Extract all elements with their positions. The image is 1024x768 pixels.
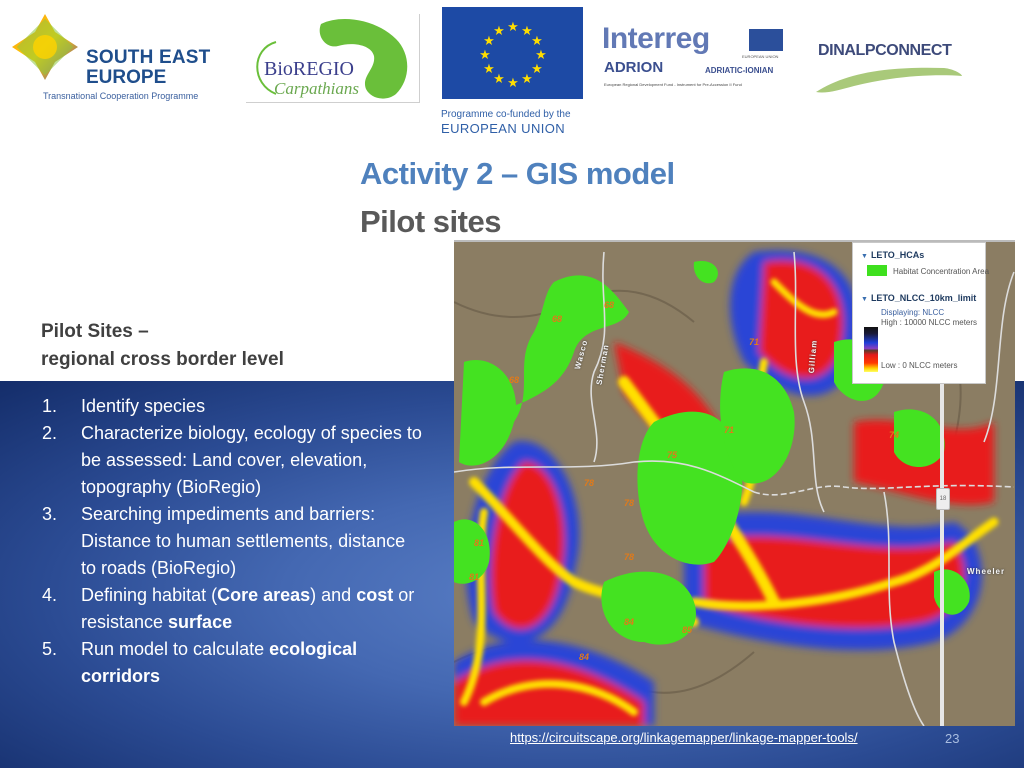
site-label: 81 (474, 538, 485, 548)
site-label: 78 (624, 498, 635, 508)
bioregio-logo-line1: BioREGIO (264, 58, 354, 80)
eu-mini-flag-icon (749, 29, 783, 51)
see-logo-line2: EUROPE (86, 67, 167, 88)
site-label: 75 (667, 450, 678, 460)
eu-caption-line1: Programme co-funded by the (441, 109, 571, 120)
site-label: 68 (552, 314, 563, 324)
site-label: 78 (584, 478, 595, 488)
step-text-bold: cost (356, 585, 394, 605)
site-label: 74 (889, 430, 900, 440)
steps-list: 1. Identify species 2. Characterize biology… (42, 393, 422, 690)
eu-caption-line2: EUROPEAN UNION (441, 121, 566, 136)
svg-text:★: ★ (493, 24, 505, 39)
svg-text:★: ★ (507, 76, 519, 91)
site-label: 71 (749, 337, 760, 347)
legend-layer-hcas[interactable]: ▼ LETO_HCAs (861, 250, 924, 262)
step-text: ) and (310, 585, 357, 605)
section-heading-line1: Pilot Sites – (41, 321, 149, 342)
svg-text:★: ★ (493, 72, 505, 87)
svg-text:★: ★ (479, 48, 491, 63)
slide-title: Activity 2 – GIS model (360, 156, 675, 191)
corridor-map[interactable]: Wasco Sherman Gilliam Wheeler 68 68 68 7… (454, 240, 1015, 726)
svg-text:★: ★ (507, 20, 519, 35)
see-star-icon (12, 14, 78, 80)
step-text: Defining habitat ( (81, 585, 218, 605)
step-item: 3. Searching impediments and barriers: Di… (42, 501, 422, 582)
legend-high: High : 10000 NLCC meters (881, 318, 978, 327)
collapse-triangle-icon[interactable]: ▼ (861, 253, 868, 260)
dinalp-wordmark: DINALPCONNECT (818, 42, 952, 59)
interreg-region: ADRIATIC-IONIAN (705, 66, 774, 75)
step-number: 1. (42, 396, 58, 416)
svg-text:★: ★ (531, 62, 543, 77)
step-number: 3. (42, 504, 58, 524)
legend-layer-nlcc[interactable]: ▼ LETO_NLCC_10km_limit (861, 293, 976, 305)
legend-displaying: Displaying: NLCC (881, 308, 945, 317)
interreg-wordmark: Interreg (602, 22, 710, 55)
section-heading-line2: regional cross border level (41, 349, 284, 370)
site-label: 71 (724, 425, 735, 435)
step-item: 4. Defining habitat (Core areas) and cost… (42, 582, 422, 636)
step-number: 5. (42, 639, 58, 659)
step-number: 2. (42, 423, 58, 443)
source-link[interactable]: https://circuitscape.org/linkagemapper/l… (510, 730, 858, 746)
step-item: 5. Run model to calculate ecological corr… (42, 636, 422, 690)
see-logo-line3: Transnational Cooperation Programme (43, 91, 199, 101)
step-text: Characterize biology, ecology of species… (81, 423, 422, 497)
collapse-triangle-icon[interactable]: ▼ (861, 296, 868, 303)
see-logo-line1: SOUTH EAST (86, 47, 211, 68)
eu-flag-icon: ★ ★ ★ ★ ★ ★ ★ ★ ★ ★ ★ ★ (442, 7, 583, 99)
county-label: Wheeler (967, 567, 1006, 576)
section-heading: Pilot Sites – regional cross border leve… (41, 318, 284, 374)
slide-subtitle: Pilot sites (360, 204, 501, 239)
dinalpconnect-logo: DINALPCONNECT (814, 38, 964, 98)
interreg-eu-label: EUROPEAN UNION (742, 54, 779, 59)
step-text: Searching impediments and barriers: Dist… (81, 504, 406, 578)
legend-low: Low : 0 NLCC meters (881, 361, 958, 370)
site-label: 68 (604, 300, 615, 310)
step-item: 2. Characterize biology, ecology of speci… (42, 420, 422, 501)
interreg-programme: ADRION (604, 59, 664, 76)
legend-habitat-label: Habitat Concentration Area (893, 267, 990, 276)
site-label: 68 (509, 375, 520, 385)
legend-swatch-habitat (867, 265, 887, 276)
site-label: 84 (624, 617, 635, 627)
svg-text:★: ★ (521, 72, 533, 87)
step-text: Run model to calculate (81, 639, 270, 659)
legend-color-ramp (864, 327, 878, 372)
eu-cofunded-logo: ★ ★ ★ ★ ★ ★ ★ ★ ★ ★ ★ ★ Programme co-funded by th… (441, 6, 584, 136)
map-zoom-handle[interactable]: 18 (936, 488, 950, 510)
step-text-bold: Core areas (217, 585, 311, 605)
interreg-fund: European Regional Development Fund - Ins… (604, 82, 742, 87)
south-east-europe-logo: SOUTH EAST EUROPE Transnational Cooperat… (10, 12, 220, 107)
site-label: 81 (469, 572, 480, 582)
dinalp-leaf-icon (816, 67, 962, 93)
step-number: 4. (42, 585, 58, 605)
step-text: Identify species (81, 396, 206, 416)
bioregio-carpathians-logo: BioREGIO Carpathians (246, 14, 420, 103)
step-item: 1. Identify species (42, 393, 422, 420)
svg-text:★: ★ (531, 34, 543, 49)
slide-number: 23 (945, 731, 960, 746)
interreg-adrion-logo: Interreg EUROPEAN UNION ADRION ADRIATIC-… (602, 24, 792, 94)
site-label: 78 (624, 552, 635, 562)
step-text-bold: surface (168, 612, 233, 632)
site-label: 85 (682, 625, 693, 635)
svg-text:★: ★ (535, 48, 547, 63)
bioregio-logo-line2: Carpathians (274, 79, 360, 98)
map-legend: ▼ LETO_HCAs Habitat Concentration Area ▼ L… (852, 242, 990, 384)
svg-text:★: ★ (483, 62, 495, 77)
site-label: 84 (579, 652, 590, 662)
map-scrollbar[interactable] (940, 382, 944, 726)
